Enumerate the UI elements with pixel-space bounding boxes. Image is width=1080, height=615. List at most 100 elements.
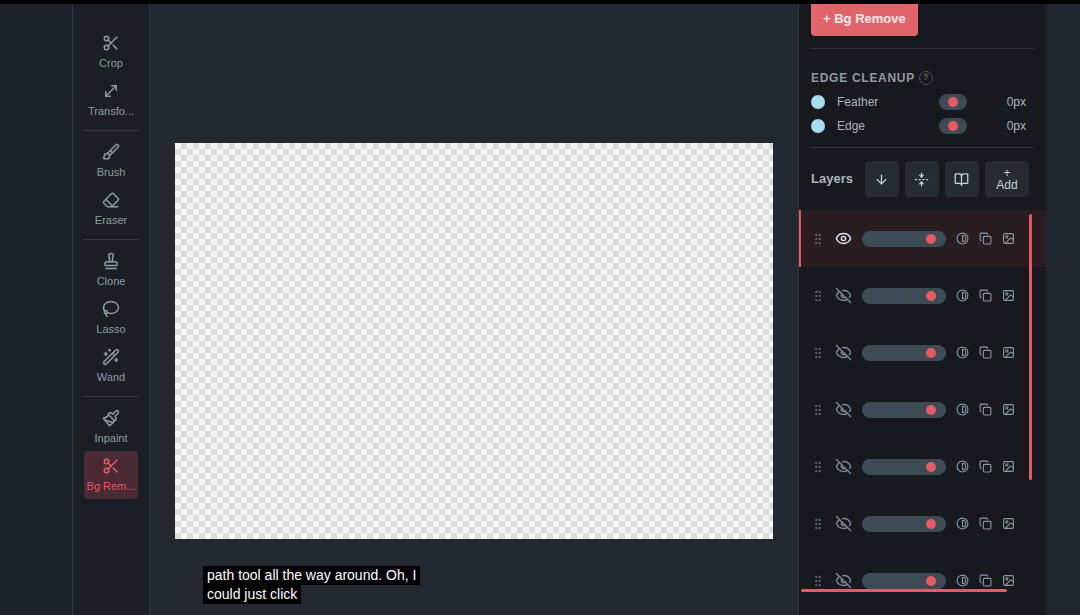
- layer-list: [799, 210, 1046, 609]
- drag-handle-icon[interactable]: [811, 346, 825, 360]
- visibility-icon[interactable]: [835, 401, 852, 418]
- duplicate-icon[interactable]: [979, 517, 992, 530]
- mask-icon[interactable]: [1002, 232, 1015, 245]
- contrast-icon[interactable]: [956, 289, 969, 302]
- contrast-icon[interactable]: [956, 232, 969, 245]
- layer-action-icon: [954, 172, 969, 187]
- visibility-icon[interactable]: [835, 344, 852, 361]
- tool-icon: [102, 457, 120, 475]
- tool-button[interactable]: Inpaint: [84, 403, 138, 451]
- duplicate-icon[interactable]: [979, 574, 992, 587]
- add-layer-button[interactable]: +Add: [985, 161, 1029, 197]
- tool-button[interactable]: Clone: [84, 246, 138, 294]
- opacity-slider[interactable]: [862, 459, 946, 475]
- tool-icon: [102, 34, 120, 52]
- tool-icon: [102, 82, 120, 100]
- mask-icon[interactable]: [1002, 346, 1015, 359]
- contrast-icon[interactable]: [956, 346, 969, 359]
- visibility-icon[interactable]: [835, 572, 852, 589]
- contrast-icon[interactable]: [956, 517, 969, 530]
- toolbar-divider: [83, 130, 139, 131]
- slider-knob[interactable]: [926, 348, 936, 358]
- layer-row[interactable]: [799, 495, 1046, 552]
- duplicate-icon[interactable]: [979, 460, 992, 473]
- edge-cleanup: EDGE CLEANUP?Feather0pxEdge0px: [799, 49, 1046, 135]
- tool-button[interactable]: Eraser: [84, 185, 138, 233]
- slider-knob[interactable]: [926, 405, 936, 415]
- toolbar-divider: [83, 239, 139, 240]
- edge-slider[interactable]: [939, 94, 967, 110]
- visibility-icon[interactable]: [835, 287, 852, 304]
- layer-row[interactable]: [799, 267, 1046, 324]
- visibility-icon[interactable]: [835, 458, 852, 475]
- opacity-slider[interactable]: [862, 288, 946, 304]
- slider-knob[interactable]: [948, 97, 958, 107]
- help-icon[interactable]: ?: [919, 71, 933, 85]
- opacity-slider[interactable]: [862, 516, 946, 532]
- tool-button[interactable]: Crop: [84, 28, 138, 76]
- layer-row[interactable]: [799, 438, 1046, 495]
- opacity-slider[interactable]: [862, 231, 946, 247]
- visibility-icon[interactable]: [835, 515, 852, 532]
- slider-knob[interactable]: [926, 576, 936, 586]
- drag-handle-icon[interactable]: [811, 403, 825, 417]
- tool-icon: [102, 409, 120, 427]
- drag-handle-icon[interactable]: [811, 289, 825, 303]
- duplicate-icon[interactable]: [979, 232, 992, 245]
- right-gutter: [1046, 4, 1080, 615]
- tool-button[interactable]: Wand: [84, 342, 138, 390]
- image-canvas[interactable]: [175, 143, 773, 539]
- subtitle: path tool all the way around. Oh, Icould…: [203, 566, 798, 604]
- mask-icon[interactable]: [1002, 460, 1015, 473]
- visibility-icon[interactable]: [835, 230, 852, 247]
- layer-action-button[interactable]: [865, 161, 899, 197]
- tool-button[interactable]: Brush: [84, 137, 138, 185]
- slider-knob[interactable]: [948, 121, 958, 131]
- drag-handle-icon[interactable]: [811, 232, 825, 246]
- opacity-slider[interactable]: [862, 345, 946, 361]
- mask-icon[interactable]: [1002, 289, 1015, 302]
- edge-control: Edge0px: [811, 117, 1034, 135]
- opacity-slider[interactable]: [862, 402, 946, 418]
- layer-row[interactable]: [799, 381, 1046, 438]
- slider-knob[interactable]: [926, 234, 936, 244]
- mask-icon[interactable]: [1002, 517, 1015, 530]
- duplicate-icon[interactable]: [979, 403, 992, 416]
- layer-action-button[interactable]: [905, 161, 939, 197]
- drag-handle-icon[interactable]: [811, 574, 825, 588]
- layer-row[interactable]: [799, 324, 1046, 381]
- drag-handle-icon[interactable]: [811, 460, 825, 474]
- tool-button[interactable]: Transfo...: [84, 76, 138, 124]
- left-gutter: [0, 4, 72, 615]
- mask-icon[interactable]: [1002, 574, 1015, 587]
- tool-icon: [102, 143, 120, 161]
- tool-icon: [102, 191, 120, 209]
- tool-button[interactable]: Bg Rem...: [84, 451, 138, 499]
- slider-knob[interactable]: [926, 462, 936, 472]
- layer-action-button[interactable]: [945, 161, 979, 197]
- edge-control: Feather0px: [811, 93, 1034, 111]
- dot-icon: [811, 95, 825, 109]
- toolbar-divider: [83, 396, 139, 397]
- horizontal-scrollbar[interactable]: [801, 589, 1007, 592]
- contrast-icon[interactable]: [956, 574, 969, 587]
- duplicate-icon[interactable]: [979, 346, 992, 359]
- toolbar: CropTransfo... BrushEraser CloneLassoWand I…: [72, 4, 150, 615]
- drag-handle-icon[interactable]: [811, 517, 825, 531]
- tool-button[interactable]: Lasso: [84, 294, 138, 342]
- contrast-icon[interactable]: [956, 460, 969, 473]
- contrast-icon[interactable]: [956, 403, 969, 416]
- slider-knob[interactable]: [926, 291, 936, 301]
- opacity-slider[interactable]: [862, 573, 946, 589]
- right-panel: + Bg RemoveEDGE CLEANUP?Feather0pxEdge0p…: [798, 4, 1046, 615]
- bg-remove-button[interactable]: + Bg Remove: [811, 4, 918, 36]
- edge-slider[interactable]: [939, 118, 967, 134]
- layer-row[interactable]: [799, 552, 1046, 609]
- slider-knob[interactable]: [926, 519, 936, 529]
- tool-icon: [102, 300, 120, 318]
- vertical-scrollbar[interactable]: [1029, 214, 1032, 480]
- layer-row[interactable]: [799, 210, 1046, 267]
- duplicate-icon[interactable]: [979, 289, 992, 302]
- tool-icon: [102, 348, 120, 366]
- mask-icon[interactable]: [1002, 403, 1015, 416]
